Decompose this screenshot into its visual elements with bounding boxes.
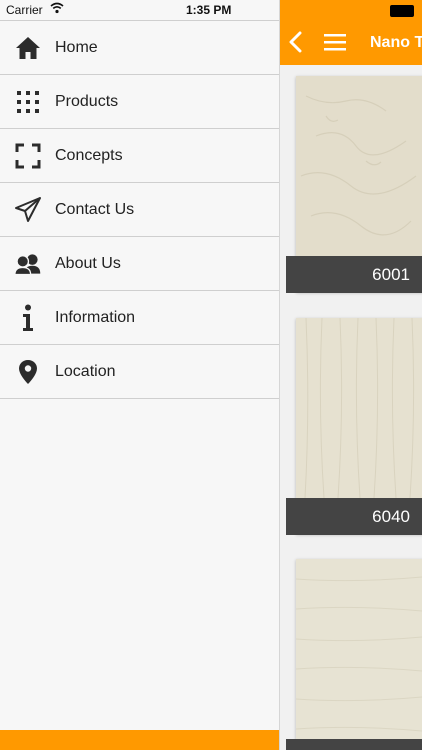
menu-label-products: Products [55, 92, 119, 110]
drawer-menu: Home Products Concepts Contact Us About … [0, 20, 279, 399]
drawer-footer-bar [0, 730, 279, 750]
back-button[interactable] [288, 31, 304, 53]
home-icon [14, 34, 42, 62]
carrier-label: Carrier [6, 3, 43, 17]
menu-item-about-us[interactable]: About Us [0, 237, 279, 291]
main-content: Nano T 6001 6040 [280, 0, 422, 750]
status-bar: Carrier 1:35 PM [0, 0, 279, 20]
product-image [296, 76, 422, 256]
menu-item-information[interactable]: Information [0, 291, 279, 345]
product-tile[interactable] [286, 559, 422, 750]
menu-item-location[interactable]: Location [0, 345, 279, 399]
menu-label-information: Information [55, 308, 136, 326]
navigation-drawer: Carrier 1:35 PM Home Products Concepts C… [0, 0, 280, 750]
focus-frame-icon [14, 142, 42, 170]
battery-icon [390, 5, 414, 17]
status-time: 1:35 PM [186, 3, 232, 17]
location-pin-icon [14, 358, 42, 386]
page-title: Nano T [370, 34, 422, 51]
menu-label-about-us: About Us [55, 254, 121, 272]
wifi-icon [50, 2, 64, 17]
menu-item-concepts[interactable]: Concepts [0, 129, 279, 183]
menu-item-contact-us[interactable]: Contact Us [0, 183, 279, 237]
product-tile[interactable]: 6040 [286, 317, 422, 535]
product-code [286, 739, 422, 750]
product-code: 6001 [286, 256, 422, 293]
product-tile[interactable]: 6001 [286, 76, 422, 293]
menu-item-products[interactable]: Products [0, 75, 279, 129]
product-image [296, 317, 422, 499]
info-icon [14, 304, 42, 332]
product-code: 6040 [286, 498, 422, 535]
menu-label-home: Home [55, 38, 98, 56]
paper-plane-icon [14, 196, 42, 224]
status-bar-right [280, 0, 422, 20]
grid-icon [14, 88, 42, 116]
menu-item-home[interactable]: Home [0, 21, 279, 75]
menu-label-concepts: Concepts [55, 146, 123, 164]
menu-toggle-button[interactable] [324, 33, 346, 51]
navigation-bar: Nano T [280, 0, 422, 65]
menu-label-location: Location [55, 362, 116, 380]
product-image [295, 559, 422, 739]
menu-label-contact-us: Contact Us [55, 200, 135, 218]
people-icon [14, 250, 42, 278]
